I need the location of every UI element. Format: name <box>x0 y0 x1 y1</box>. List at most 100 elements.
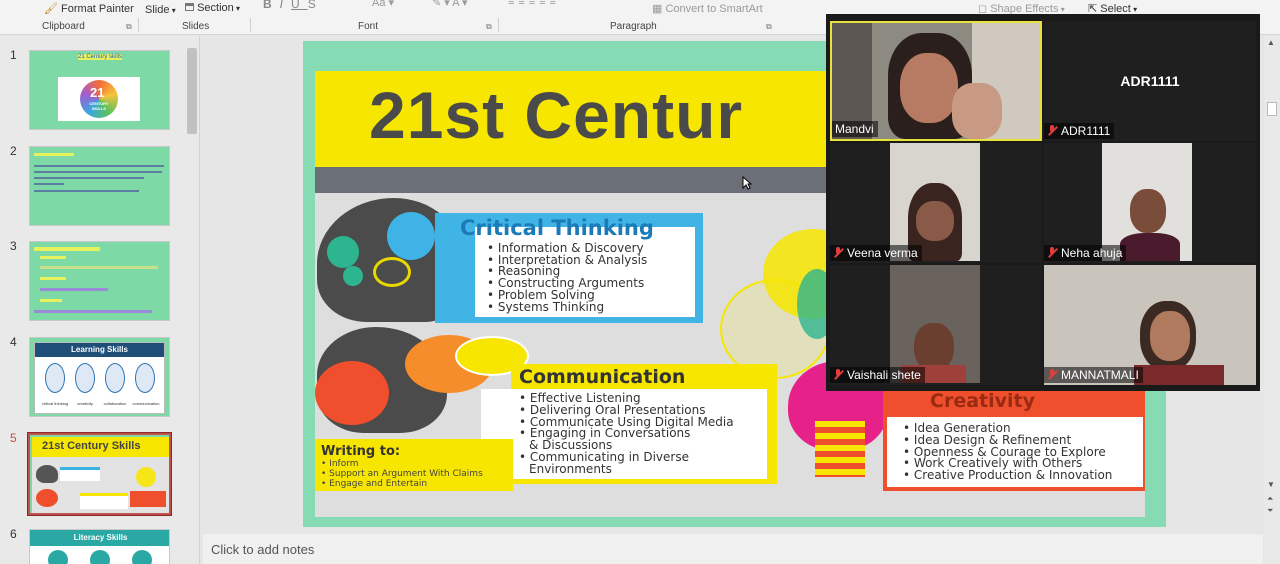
muted-microphone-icon <box>833 369 843 380</box>
head-graphic <box>36 465 58 483</box>
slide-thumbnail-5[interactable]: 21st Century Skills <box>27 432 172 516</box>
group-label-font: Font <box>358 21 379 32</box>
thumbnail-title: Learning Skills <box>35 343 164 357</box>
scroll-up-icon[interactable]: ▲ <box>1267 38 1275 47</box>
slide-thumbnail-1[interactable]: 21 Century skills 21 CENTURY SKILLS <box>29 50 170 130</box>
participant-tile-mandvi[interactable]: Mandvi <box>830 21 1042 141</box>
previous-slide-icon[interactable]: ⏶ <box>1267 494 1273 504</box>
communication-heading: Communication <box>519 366 686 388</box>
lightbulb-base-graphic <box>815 421 865 477</box>
list-item: • Creative Production & Innovation <box>903 468 1113 483</box>
participant-tile-mannatmali[interactable]: MANNATMALI <box>1044 265 1256 385</box>
notes-placeholder[interactable]: Click to add notes <box>211 542 314 557</box>
list-item: • Systems Thinking <box>487 299 605 314</box>
thumbnail-title: 21 Century skills <box>78 54 123 60</box>
skill-icon <box>48 550 68 564</box>
participant-tile-veena-verma[interactable]: Veena verma <box>830 143 1042 263</box>
creativity-heading: Creativity <box>930 390 1035 412</box>
participant-name-label: Veena verma <box>830 245 922 261</box>
skill-icon <box>105 363 125 393</box>
thumbnail-box <box>130 491 166 507</box>
participant-name-label: Mandvi <box>832 121 878 137</box>
skill-icon <box>90 550 110 564</box>
writing-to-heading: Writing to: <box>321 444 401 459</box>
skill-icon <box>135 363 155 393</box>
participant-hand <box>952 83 1002 139</box>
thumbnail-text-line <box>40 266 158 269</box>
thumbnail-text-line <box>40 288 108 291</box>
thumbnail-text-line <box>34 190 139 192</box>
thumbnail-title: 21st Century Skills <box>42 440 141 452</box>
video-gallery-window[interactable]: Mandvi ADR1111 ADR1111 Veena verma Neha … <box>826 14 1260 391</box>
skill-label: creativity <box>77 401 93 406</box>
critical-thinking-heading: Critical Thinking <box>460 216 654 240</box>
group-divider <box>498 18 499 32</box>
skill-label: critical thinking <box>41 401 69 406</box>
thumbnail-heading-bar <box>34 247 100 251</box>
slide-thumbnail-2[interactable] <box>29 146 170 226</box>
group-label-paragraph: Paragraph <box>610 21 657 32</box>
scrollbar-thumb[interactable] <box>187 48 197 134</box>
dialog-launcher-icon[interactable]: ⧉ <box>486 22 492 32</box>
notes-pane[interactable]: Click to add notes <box>203 534 1263 564</box>
slide-thumbnail-6[interactable]: Literacy Skills <box>29 529 170 564</box>
chevron-down-icon: ▾ <box>233 4 241 13</box>
blue-gear-graphic <box>387 212 435 260</box>
participant-tile-vaishali-shete[interactable]: Vaishali shete <box>830 265 1042 385</box>
participant-name-label: Vaishali shete <box>830 367 925 383</box>
convert-smartart-button[interactable]: ▦ Convert to SmartArt <box>652 2 763 15</box>
slide-title: 21st Centur <box>369 78 744 152</box>
slide-number: 5 <box>10 431 17 445</box>
font-format-buttons[interactable]: BIUS <box>263 0 324 11</box>
green-gear-graphic <box>327 236 359 268</box>
participant-face <box>900 53 958 123</box>
logo-number: 21 <box>90 85 105 100</box>
dialog-launcher-icon[interactable]: ⧉ <box>766 22 772 32</box>
participant-face <box>1150 311 1190 361</box>
thumbnail-box <box>80 493 128 509</box>
next-slide-icon[interactable]: ⏷ <box>1267 506 1273 516</box>
participant-name-label: Neha ahuja <box>1044 245 1127 261</box>
mouse-cursor-icon <box>742 175 753 190</box>
thumbnail-text-line <box>34 165 164 167</box>
skill-icon <box>132 550 152 564</box>
muted-microphone-icon <box>833 247 843 258</box>
format-painter-button[interactable]: 🖌 Format Painter <box>44 2 134 15</box>
font-size-controls[interactable]: Aa ▾ <box>372 0 394 9</box>
skill-label: collaboration <box>103 401 127 406</box>
slide-thumbnail-4[interactable]: Learning Skills critical thinking creati… <box>29 337 170 417</box>
writing-to-list: • Inform • Support an Argument With Clai… <box>321 459 483 489</box>
logo-text: CENTURY SKILLS <box>89 101 109 111</box>
thumbnail-box <box>60 467 100 481</box>
scroll-down-icon[interactable]: ▼ <box>1267 480 1275 489</box>
participant-name-label: ADR1111 <box>1044 123 1115 139</box>
thumbnail-content: 21st Century Skills <box>32 437 169 513</box>
slide-thumbnails-pane[interactable]: 1 21 Century skills 21 CENTURY SKILLS 2 … <box>0 36 200 564</box>
list-item: • Inform <box>321 459 359 469</box>
participant-tile-adr1111[interactable]: ADR1111 ADR1111 <box>1044 21 1256 141</box>
highlight-color-button[interactable]: ✎ ▾ A ▾ <box>432 0 468 9</box>
dialog-launcher-icon[interactable]: ⧉ <box>126 22 132 32</box>
group-label-clipboard: Clipboard <box>42 21 85 32</box>
slide-number: 2 <box>10 144 17 158</box>
smartart-icon: ▦ <box>652 3 663 15</box>
alignment-buttons[interactable]: ≡≡≡≡≡ <box>508 0 560 8</box>
participant-display-name: ADR1111 <box>1120 73 1180 89</box>
thumbnail-heading-bar <box>34 153 74 156</box>
critical-thinking-list: • Information & Discovery • Interpretati… <box>487 242 647 314</box>
slide-number: 4 <box>10 335 17 349</box>
muted-microphone-icon <box>1047 247 1057 258</box>
thumbnail-text-line <box>34 177 144 179</box>
communication-list: • Effective Listening • Delivering Oral … <box>519 392 734 476</box>
slide-dropdown[interactable]: Slide ▾ <box>145 4 176 16</box>
slide-thumbnail-3[interactable] <box>29 241 170 321</box>
thumbnail-title: Literacy Skills <box>30 530 169 546</box>
slide-number: 1 <box>10 48 17 62</box>
participant-face <box>916 201 954 241</box>
section-icon <box>185 3 194 11</box>
scrollbar-thumb[interactable] <box>1267 102 1277 116</box>
participant-tile-neha-ahuja[interactable]: Neha ahuja <box>1044 143 1256 263</box>
thumbnail-text-line <box>34 171 162 173</box>
slide-scrollbar[interactable]: ▲ ▼ ⏶ ⏷ <box>1264 36 1280 564</box>
section-button[interactable]: Section ▾ <box>185 2 240 14</box>
